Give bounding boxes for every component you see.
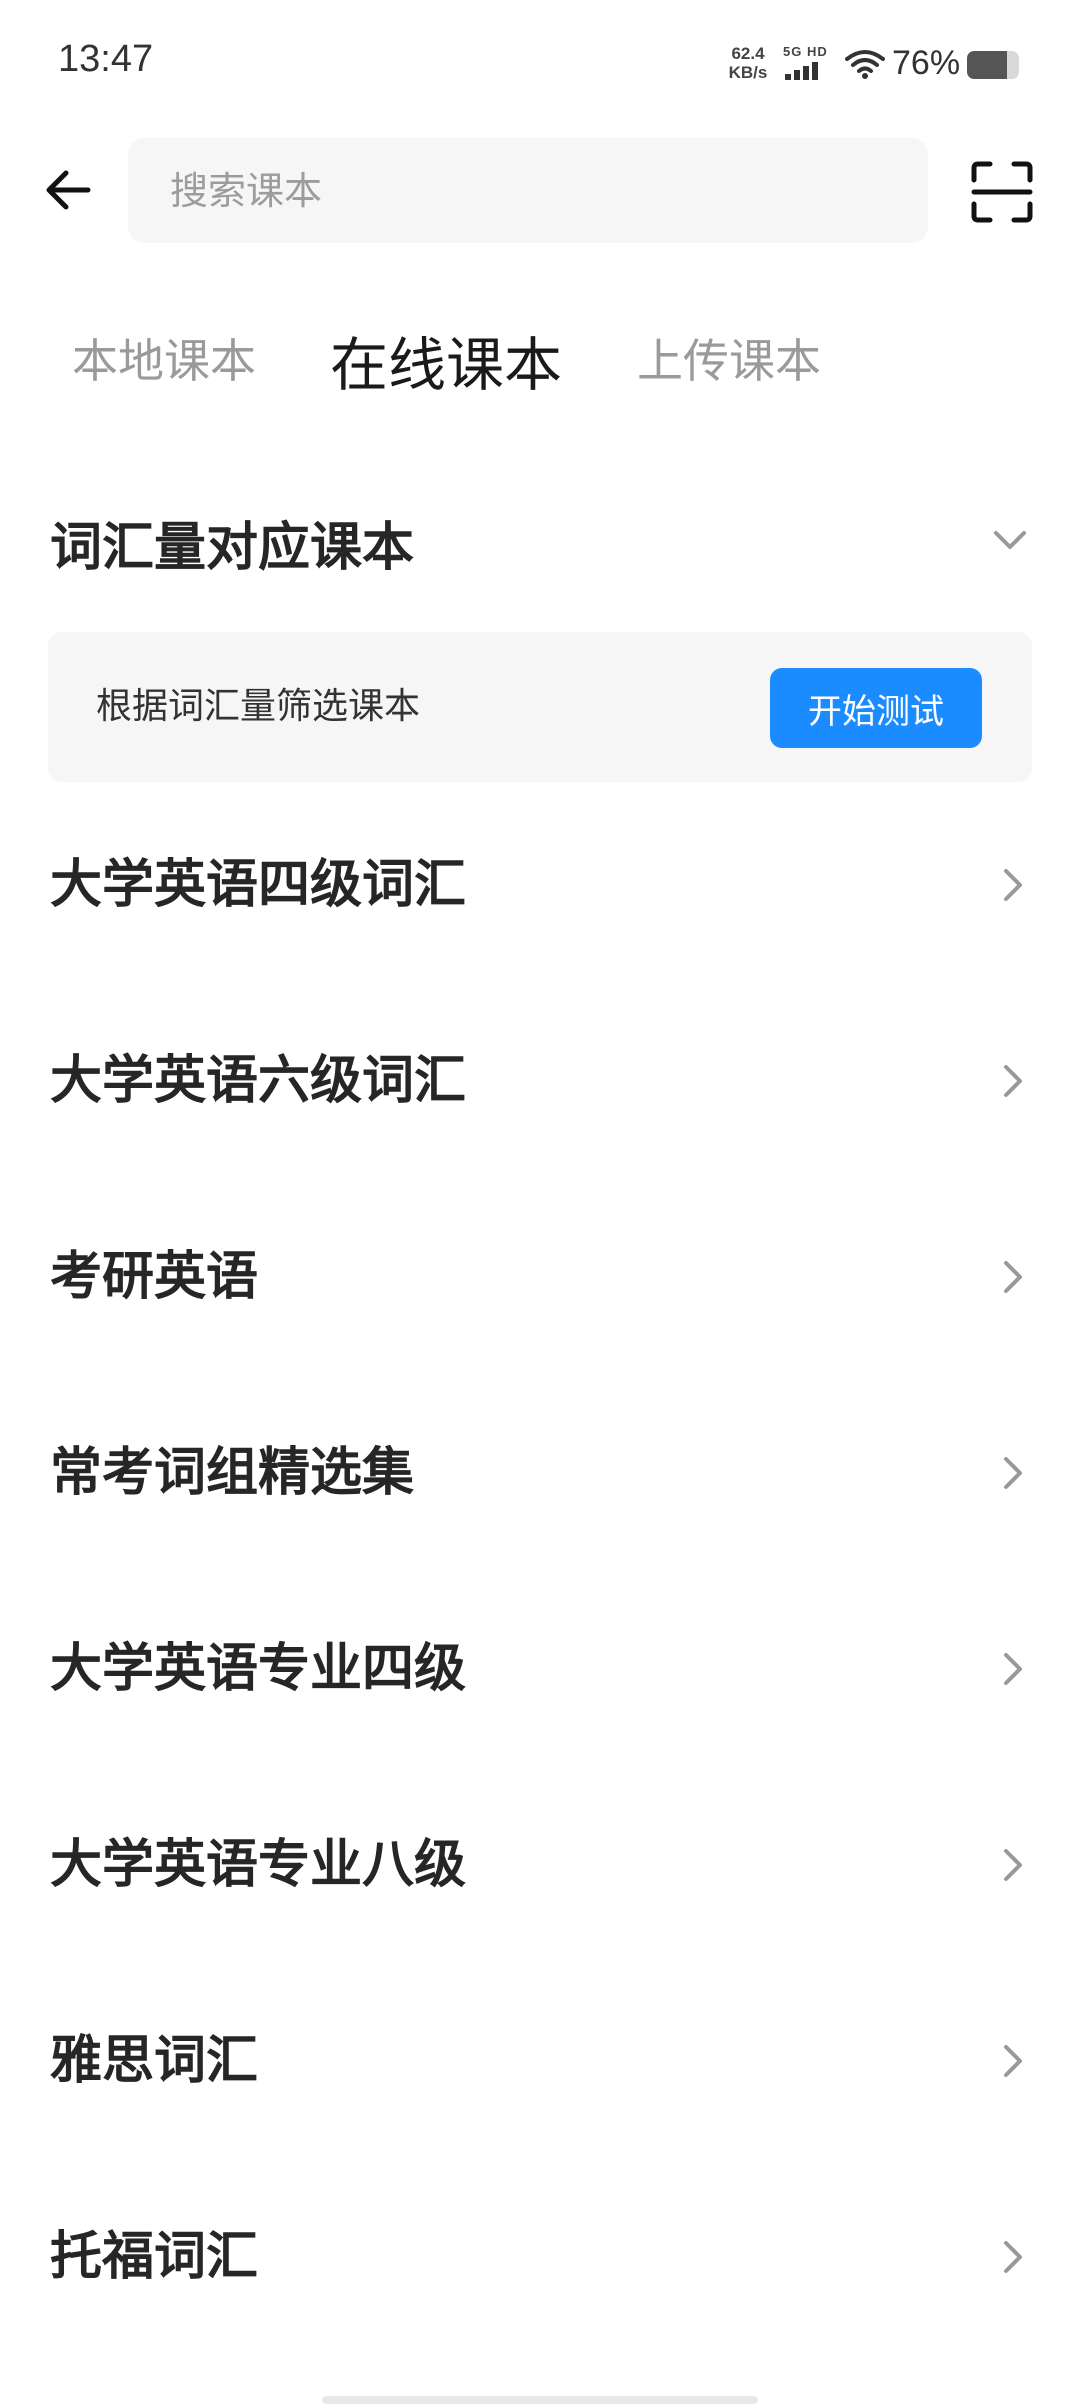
back-button[interactable] — [38, 160, 98, 220]
list-item[interactable]: 大学英语专业八级 — [0, 1767, 1080, 1963]
list-item-label: 大学英语专业八级 — [50, 1835, 467, 1895]
signal-label: 5G HD — [783, 44, 828, 59]
scan-icon — [971, 161, 1033, 223]
scan-button[interactable] — [970, 160, 1034, 224]
arrow-left-icon — [46, 170, 91, 210]
network-speed: 62.4 KB/s — [722, 44, 774, 82]
list-item[interactable]: 雅思词汇 — [0, 1963, 1080, 2159]
list-item-label: 托福词汇 — [50, 2227, 259, 2287]
list-item[interactable]: 大学英语六级词汇 — [0, 983, 1080, 1179]
search-box[interactable] — [128, 138, 928, 243]
wifi-icon — [845, 50, 885, 79]
list-item[interactable]: 大学英语四级词汇 — [0, 787, 1080, 983]
list-item-label: 大学英语专业四级 — [50, 1639, 467, 1699]
battery-fill — [967, 51, 1007, 79]
chevron-right-icon — [1004, 869, 1022, 901]
chevron-down-icon[interactable] — [990, 520, 1030, 560]
tab-upload[interactable]: 上传课本 — [637, 325, 821, 391]
cellular-signal-icon: 5G HD — [783, 44, 833, 82]
start-test-button[interactable]: 开始测试 — [770, 668, 982, 748]
list-item-label: 大学英语六级词汇 — [50, 1051, 467, 1111]
chevron-right-icon — [1004, 1849, 1022, 1881]
search-input[interactable] — [170, 138, 890, 243]
list-item[interactable]: 大学英语专业四级 — [0, 1571, 1080, 1767]
home-indicator[interactable] — [322, 2396, 758, 2404]
battery-percent: 76% — [892, 44, 961, 82]
chevron-right-icon — [1004, 1261, 1022, 1293]
network-speed-value: 62.4 — [731, 44, 765, 63]
chevron-right-icon — [1004, 2045, 1022, 2077]
chevron-right-icon — [1004, 1457, 1022, 1489]
list-item-label: 雅思词汇 — [50, 2031, 259, 2091]
chevron-right-icon — [1004, 1653, 1022, 1685]
tab-online[interactable]: 在线课本 — [330, 318, 562, 402]
list-item[interactable]: 托福词汇 — [0, 2159, 1080, 2355]
section-title[interactable]: 词汇量对应课本 — [50, 505, 414, 580]
list-item[interactable]: 常考词组精选集 — [0, 1375, 1080, 1571]
list-item-label: 大学英语四级词汇 — [50, 855, 467, 915]
filter-description: 根据词汇量筛选课本 — [96, 686, 421, 727]
list-item-label: 考研英语 — [50, 1247, 259, 1307]
chevron-right-icon — [1004, 1065, 1022, 1097]
network-speed-unit: KB/s — [728, 63, 768, 82]
status-time: 13:47 — [58, 38, 154, 80]
status-bar: 13:47 62.4 KB/s 5G HD 76% — [0, 0, 1080, 130]
chevron-right-icon — [1004, 2241, 1022, 2273]
list-item[interactable]: 考研英语 — [0, 1179, 1080, 1375]
list-item-label: 常考词组精选集 — [50, 1443, 415, 1503]
vocabulary-filter-card: 根据词汇量筛选课本 开始测试 — [48, 632, 1032, 782]
tab-local[interactable]: 本地课本 — [72, 325, 256, 391]
battery-icon — [967, 51, 1019, 79]
